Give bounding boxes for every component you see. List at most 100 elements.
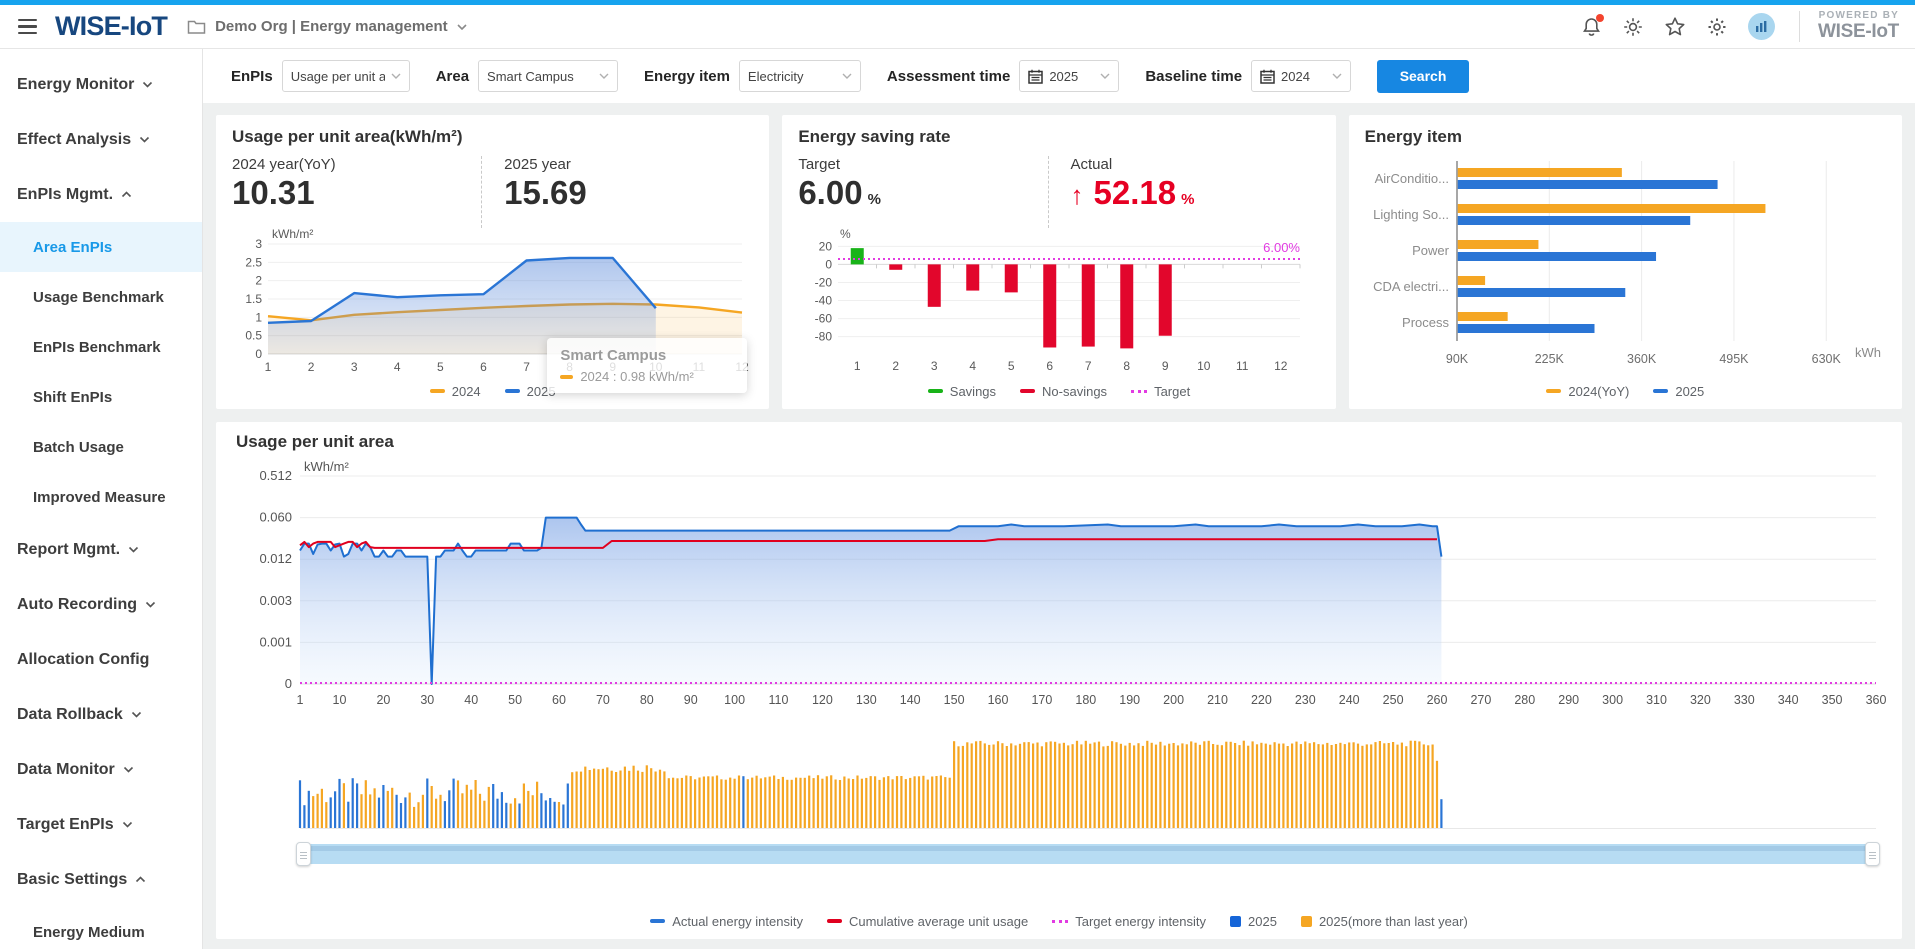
chart-scrollbar[interactable] <box>300 844 1876 864</box>
legend-label: 2024(YoY) <box>1568 384 1629 399</box>
svg-text:290: 290 <box>1558 693 1579 707</box>
scrollbar-handle-right[interactable] <box>1865 842 1880 866</box>
svg-text:11: 11 <box>693 360 706 374</box>
legend-label: 2025 <box>527 384 556 399</box>
sidebar-item-batch-usage[interactable]: Batch Usage <box>0 422 202 472</box>
display-settings-icon[interactable] <box>1622 16 1644 38</box>
legend-item-cumulative-average-unit-usage[interactable]: Cumulative average unit usage <box>827 914 1028 929</box>
sidebar-item-enpis-mgmt[interactable]: EnPIs Mgmt. <box>0 167 202 222</box>
svg-text:8: 8 <box>566 360 573 374</box>
org-switcher[interactable]: Demo Org | Energy management <box>187 18 467 35</box>
sidebar-item-label: Auto Recording <box>17 596 137 614</box>
sidebar-item-data-rollback[interactable]: Data Rollback <box>0 687 202 742</box>
legend-item-2025[interactable]: 2025 <box>1653 384 1704 399</box>
svg-text:0.060: 0.060 <box>259 510 292 525</box>
svg-text:280: 280 <box>1514 693 1535 707</box>
legend-item-target[interactable]: Target <box>1131 384 1190 399</box>
stat-2024-yoy: 2024 year(YoY) 10.31 <box>232 156 481 213</box>
legend-marker <box>928 389 943 393</box>
sidebar-item-energy-medium[interactable]: Energy Medium <box>0 907 202 949</box>
header-icons: POWERED BY WISE-IoT <box>1581 11 1899 42</box>
legend-item-2025-more-than-last-year[interactable]: 2025(more than last year) <box>1301 914 1468 929</box>
svg-text:190: 190 <box>1119 693 1140 707</box>
svg-text:2: 2 <box>893 359 900 373</box>
hamburger-menu-icon[interactable] <box>16 15 39 38</box>
powered-by-badge: POWERED BY WISE-IoT <box>1799 11 1899 42</box>
sidebar-item-target-enpis[interactable]: Target EnPIs <box>0 797 202 852</box>
sidebar-item-basic-settings[interactable]: Basic Settings <box>0 852 202 907</box>
assessment-time-select[interactable]: 2025 <box>1019 60 1119 92</box>
app: WISE-IoT Demo Org | Energy management <box>0 0 1915 949</box>
svg-text:20: 20 <box>819 239 833 253</box>
chevron-down-icon <box>123 766 134 773</box>
svg-text:3: 3 <box>351 360 358 374</box>
sidebar-item-report-mgmt[interactable]: Report Mgmt. <box>0 522 202 577</box>
sidebar-item-label: Effect Analysis <box>17 131 131 149</box>
sidebar: Energy Monitor Effect Analysis EnPIs Mgmt.… <box>0 49 203 949</box>
favorites-icon[interactable] <box>1664 16 1686 37</box>
svg-text:630K: 630K <box>1811 352 1841 366</box>
card-title: Energy saving rate <box>798 127 1319 147</box>
sidebar-item-effect-analysis[interactable]: Effect Analysis <box>0 112 202 167</box>
sidebar-item-area-enpis[interactable]: Area EnPIs <box>0 222 202 272</box>
svg-text:-20: -20 <box>815 275 833 289</box>
svg-text:5: 5 <box>1008 359 1015 373</box>
svg-text:140: 140 <box>900 693 921 707</box>
sidebar-item-shift-enpis[interactable]: Shift EnPIs <box>0 372 202 422</box>
notifications-icon[interactable] <box>1581 16 1602 38</box>
baseline-time-select[interactable]: 2024 <box>1251 60 1351 92</box>
legend-label: Target <box>1154 384 1190 399</box>
stat-2025: 2025 year 15.69 <box>504 156 753 213</box>
legend-item-2025[interactable]: 2025 <box>1230 914 1277 929</box>
org-label: Demo Org | Energy management <box>215 18 448 35</box>
svg-text:%: % <box>840 228 851 241</box>
legend-item-savings[interactable]: Savings <box>928 384 996 399</box>
svg-text:0: 0 <box>255 347 262 361</box>
legend-item-target-energy-intensity[interactable]: Target energy intensity <box>1052 914 1206 929</box>
svg-text:160: 160 <box>988 693 1009 707</box>
svg-text:1: 1 <box>265 360 272 374</box>
svg-text:kWh: kWh <box>1855 345 1881 360</box>
chevron-down-icon <box>842 73 852 79</box>
sidebar-item-energy-monitor[interactable]: Energy Monitor <box>0 57 202 112</box>
svg-text:30: 30 <box>420 693 434 707</box>
usage-per-unit-area-card: Usage per unit area(kWh/m²) 2024 year(Yo… <box>216 115 769 409</box>
org-folder-icon <box>187 18 206 35</box>
user-avatar[interactable] <box>1748 13 1775 40</box>
legend-item-2024-yoy[interactable]: 2024(YoY) <box>1546 384 1629 399</box>
sidebar-item-label: Area EnPIs <box>33 239 112 256</box>
sidebar-item-usage-benchmark[interactable]: Usage Benchmark <box>0 272 202 322</box>
sidebar-item-label: Report Mgmt. <box>17 541 120 559</box>
enpis-select[interactable]: Usage per unit are <box>282 60 410 92</box>
baseline-time-value: 2024 <box>1281 69 1326 84</box>
svg-text:300: 300 <box>1602 693 1623 707</box>
svg-text:12: 12 <box>735 360 749 374</box>
search-button[interactable]: Search <box>1377 60 1469 93</box>
svg-text:9: 9 <box>609 360 616 374</box>
legend-item-no-savings[interactable]: No-savings <box>1020 384 1107 399</box>
legend-item-actual-energy-intensity[interactable]: Actual energy intensity <box>650 914 803 929</box>
stat-actual: Actual ↑52.18% <box>1071 156 1320 213</box>
sidebar-item-improved-measure[interactable]: Improved Measure <box>0 472 202 522</box>
svg-text:90K: 90K <box>1446 352 1469 366</box>
svg-text:495K: 495K <box>1719 352 1749 366</box>
legend-item-2025[interactable]: 2025 <box>505 384 556 399</box>
usage-trend-chart: 00.511.522.53kWh/m²123456789101112 <box>232 228 752 384</box>
sidebar-item-data-monitor[interactable]: Data Monitor <box>0 742 202 797</box>
sidebar-item-allocation-config[interactable]: Allocation Config <box>0 632 202 687</box>
energy-item-select[interactable]: Electricity <box>739 60 861 92</box>
main-content: EnPIs Usage per unit are Area Smart Camp… <box>203 49 1915 949</box>
svg-text:200: 200 <box>1163 693 1184 707</box>
scrollbar-handle-left[interactable] <box>296 842 311 866</box>
sidebar-item-auto-recording[interactable]: Auto Recording <box>0 577 202 632</box>
svg-text:360: 360 <box>1866 693 1886 707</box>
svg-text:7: 7 <box>1085 359 1092 373</box>
svg-text:4: 4 <box>394 360 401 374</box>
area-select[interactable]: Smart Campus <box>478 60 618 92</box>
daily-intensity-chart: 00.0010.0030.0120.0600.512kWh/m²11020304… <box>236 460 1886 718</box>
sidebar-item-enpis-benchmark[interactable]: EnPIs Benchmark <box>0 322 202 372</box>
settings-icon[interactable] <box>1706 16 1728 38</box>
svg-text:10: 10 <box>649 360 663 374</box>
sidebar-item-label: Data Rollback <box>17 706 123 724</box>
legend-item-2024[interactable]: 2024 <box>430 384 481 399</box>
